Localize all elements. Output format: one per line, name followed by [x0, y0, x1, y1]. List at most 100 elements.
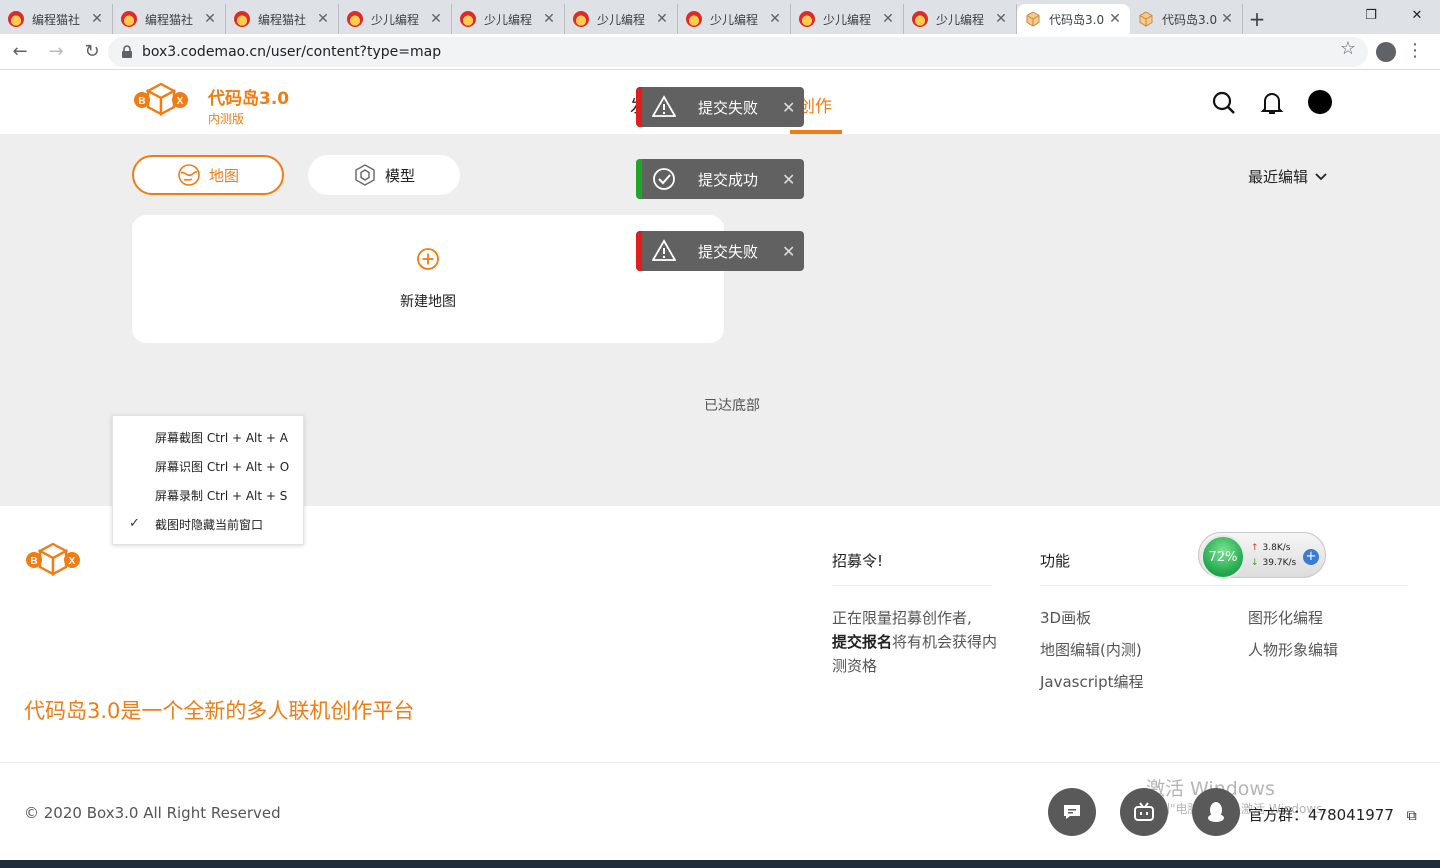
- browser-tab[interactable]: 少儿编程 ✕: [904, 4, 1017, 34]
- browser-tab[interactable]: 少儿编程 ✕: [339, 4, 452, 34]
- menu-item-screenshot[interactable]: 屏幕截图 Ctrl + Alt + A: [113, 423, 303, 452]
- browser-tab[interactable]: 少儿编程 ✕: [565, 4, 678, 34]
- close-tab-icon[interactable]: ✕: [90, 11, 104, 27]
- feature-link-map-editor[interactable]: 地图编辑(内测): [1040, 639, 1142, 660]
- close-tab-icon[interactable]: ✕: [203, 11, 217, 27]
- network-speed-widget[interactable]: 72% ↑ 3.8K/s ↓ 39.7K/s +: [1198, 532, 1326, 579]
- restore-window-icon[interactable]: ❐: [1348, 0, 1394, 30]
- bilibili-button[interactable]: [1120, 788, 1168, 836]
- recruit-line1: 正在限量招募创作者,: [832, 609, 972, 627]
- feature-link-3d[interactable]: 3D画板: [1040, 607, 1091, 628]
- window-controls: ❐ ✕: [1348, 0, 1440, 34]
- browser-tab-title: 少儿编程: [597, 12, 646, 27]
- browser-tab-title: 少儿编程: [371, 12, 420, 27]
- plus-icon[interactable]: +: [1303, 549, 1319, 565]
- end-of-list-text: 已达底部: [704, 398, 760, 414]
- close-tab-icon[interactable]: ✕: [881, 11, 895, 27]
- browser-tab[interactable]: 少儿编程 ✕: [452, 4, 565, 34]
- close-tab-icon[interactable]: ✕: [1108, 11, 1122, 27]
- site-logo[interactable]: B X: [132, 82, 190, 118]
- feature-link-avatar-editor[interactable]: 人物形象编辑: [1248, 639, 1338, 660]
- chat-button[interactable]: [1048, 788, 1096, 836]
- reload-icon[interactable]: ↻: [76, 36, 108, 68]
- menu-item-screen-record[interactable]: 屏幕录制 Ctrl + Alt + S: [113, 481, 303, 510]
- toast-error: 提交失败 ✕: [636, 231, 804, 271]
- close-window-icon[interactable]: ✕: [1394, 0, 1440, 30]
- close-tab-icon[interactable]: ✕: [316, 11, 330, 27]
- forward-icon[interactable]: →: [40, 36, 72, 68]
- codemao-cat-icon: [121, 11, 137, 27]
- browser-tab-title: 编程猫社: [145, 12, 194, 27]
- browser-tab[interactable]: 编程猫社 ✕: [226, 4, 339, 34]
- recruit-signup-link[interactable]: 提交报名: [832, 633, 892, 651]
- box3-icon: [1138, 11, 1154, 27]
- sort-dropdown[interactable]: 最近编辑: [1248, 166, 1328, 187]
- close-tab-icon[interactable]: ✕: [994, 11, 1008, 27]
- new-map-label: 新建地图: [400, 294, 456, 310]
- memory-usage-ball: 72%: [1201, 535, 1245, 579]
- close-icon[interactable]: ✕: [782, 170, 804, 189]
- browser-tab[interactable]: 少儿编程 ✕: [678, 4, 791, 34]
- close-tab-icon[interactable]: ✕: [542, 11, 556, 27]
- browser-tab-strip: 编程猫社 ✕ 编程猫社 ✕ 编程猫社 ✕ 少儿编程 ✕ 少儿编程 ✕ 少儿编程 ✕ 少儿编程 ✕ 少儿编程 ✕…: [0, 0, 1440, 34]
- close-tab-icon[interactable]: ✕: [768, 11, 782, 27]
- browser-tab-title: 编程猫社: [258, 12, 307, 27]
- browser-tab-title: 代码岛3.0: [1162, 12, 1218, 27]
- browser-tab[interactable]: 少儿编程 ✕: [791, 4, 904, 34]
- menu-item-hide-window[interactable]: ✓ 截图时隐藏当前窗口: [113, 510, 303, 539]
- tab-model[interactable]: 模型: [308, 155, 460, 195]
- back-icon[interactable]: ←: [4, 36, 36, 68]
- qq-button[interactable]: [1192, 788, 1240, 836]
- box3-icon: [1025, 11, 1041, 27]
- menu-item-image-recognition[interactable]: 屏幕识图 Ctrl + Alt + O: [113, 452, 303, 481]
- close-tab-icon[interactable]: ✕: [1220, 11, 1234, 27]
- svg-text:X: X: [69, 556, 76, 567]
- qq-penguin-icon: [1208, 802, 1224, 822]
- feature-link-blocks[interactable]: 图形化编程: [1248, 607, 1323, 628]
- footer-tagline: 代码岛3.0是一个全新的多人联机创作平台: [24, 699, 415, 723]
- toast-status-bar: [636, 87, 642, 127]
- screenshot-context-menu: 屏幕截图 Ctrl + Alt + A 屏幕识图 Ctrl + Alt + O …: [112, 415, 304, 545]
- warning-icon: [652, 95, 676, 117]
- bookmark-star-icon[interactable]: ☆: [1340, 38, 1356, 59]
- copy-icon[interactable]: ⧉: [1407, 808, 1417, 824]
- codemao-cat-icon: [347, 11, 363, 27]
- user-avatar[interactable]: [1308, 90, 1332, 114]
- toast-success: 提交成功 ✕: [636, 159, 804, 199]
- codemao-cat-icon: [460, 11, 476, 27]
- menu-item-label: 屏幕录制 Ctrl + Alt + S: [155, 489, 288, 503]
- qq-group-text: 官方群：478041977 ⧉: [1248, 804, 1417, 825]
- svg-text:B: B: [30, 556, 37, 567]
- feature-link-javascript[interactable]: Javascript编程: [1040, 671, 1143, 692]
- search-icon[interactable]: [1211, 90, 1237, 116]
- close-icon[interactable]: ✕: [782, 98, 804, 117]
- address-bar[interactable]: box3.codemao.cn/user/content?type=map: [108, 37, 1368, 67]
- menu-item-label: 屏幕识图 Ctrl + Alt + O: [155, 460, 290, 474]
- browser-tab[interactable]: 代码岛3.0 ✕: [1017, 4, 1130, 34]
- tab-list: 编程猫社 ✕ 编程猫社 ✕ 编程猫社 ✕ 少儿编程 ✕ 少儿编程 ✕ 少儿编程 ✕ 少儿编程 ✕ 少儿编程 ✕…: [0, 4, 1243, 34]
- footer-logo-icon: B X: [26, 542, 80, 577]
- tab-map[interactable]: 地图: [132, 155, 284, 195]
- check-circle-icon: [653, 168, 675, 190]
- browser-tab[interactable]: 编程猫社 ✕: [0, 4, 113, 34]
- toast-message: 提交失败: [698, 242, 759, 261]
- browser-menu-icon[interactable]: ⋮: [1406, 40, 1424, 61]
- close-icon[interactable]: ✕: [782, 242, 804, 261]
- arrow-up-icon: ↑: [1251, 543, 1259, 553]
- copyright-text: © 2020 Box3.0 All Right Reserved: [24, 804, 281, 822]
- svg-text:X: X: [177, 96, 184, 107]
- new-tab-button[interactable]: +: [1243, 4, 1271, 34]
- close-tab-icon[interactable]: ✕: [655, 11, 669, 27]
- browser-tab[interactable]: 代码岛3.0 ✕: [1130, 4, 1243, 34]
- menu-item-label: 屏幕截图 Ctrl + Alt + A: [155, 431, 288, 445]
- svg-text:B: B: [138, 96, 145, 107]
- bell-icon[interactable]: [1259, 90, 1285, 116]
- toast-status-bar: [636, 231, 642, 271]
- account-icon[interactable]: [1376, 42, 1396, 62]
- browser-tab[interactable]: 编程猫社 ✕: [113, 4, 226, 34]
- toast-error: 提交失败 ✕: [636, 87, 804, 127]
- close-tab-icon[interactable]: ✕: [429, 11, 443, 27]
- menu-item-label: 截图时隐藏当前窗口: [155, 518, 264, 532]
- browser-tab-title: 少儿编程: [710, 12, 759, 27]
- codemao-cat-icon: [573, 11, 589, 27]
